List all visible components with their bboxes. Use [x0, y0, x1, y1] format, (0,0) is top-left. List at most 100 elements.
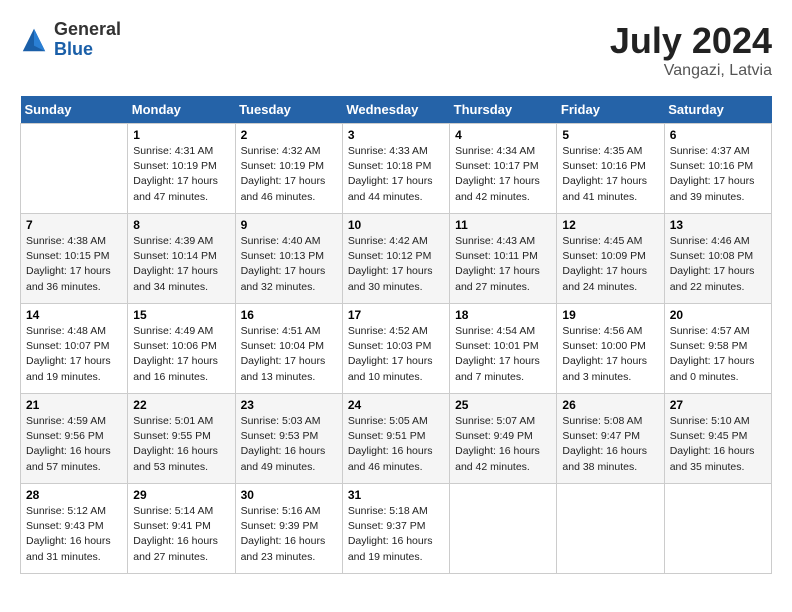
- cell-content: Sunrise: 4:43 AM Sunset: 10:11 PM Daylig…: [455, 234, 551, 295]
- col-friday: Friday: [557, 96, 664, 124]
- day-number: 13: [670, 218, 766, 232]
- cell-content: Sunrise: 4:51 AM Sunset: 10:04 PM Daylig…: [241, 324, 337, 385]
- table-row: 12 Sunrise: 4:45 AM Sunset: 10:09 PM Dayl…: [557, 214, 664, 304]
- cell-content: Sunrise: 5:12 AM Sunset: 9:43 PM Dayligh…: [26, 504, 122, 565]
- week-row-3: 21 Sunrise: 4:59 AM Sunset: 9:56 PM Dayli…: [21, 394, 772, 484]
- day-number: 24: [348, 398, 444, 412]
- cell-content: Sunrise: 4:52 AM Sunset: 10:03 PM Daylig…: [348, 324, 444, 385]
- week-row-4: 28 Sunrise: 5:12 AM Sunset: 9:43 PM Dayli…: [21, 484, 772, 574]
- col-saturday: Saturday: [664, 96, 771, 124]
- table-row: 4Sunrise: 4:34 AM Sunset: 10:17 PM Dayli…: [450, 124, 557, 214]
- cell-content: Sunrise: 5:07 AM Sunset: 9:49 PM Dayligh…: [455, 414, 551, 475]
- table-row: 11 Sunrise: 4:43 AM Sunset: 10:11 PM Dayl…: [450, 214, 557, 304]
- day-number: 9: [241, 218, 337, 232]
- table-row: 31 Sunrise: 5:18 AM Sunset: 9:37 PM Dayli…: [342, 484, 449, 574]
- col-wednesday: Wednesday: [342, 96, 449, 124]
- logo-blue: Blue: [54, 40, 121, 60]
- month-year: July 2024: [610, 20, 772, 62]
- table-row: 15 Sunrise: 4:49 AM Sunset: 10:06 PM Dayl…: [128, 304, 235, 394]
- col-thursday: Thursday: [450, 96, 557, 124]
- table-row: 21 Sunrise: 4:59 AM Sunset: 9:56 PM Dayli…: [21, 394, 128, 484]
- cell-content: Sunrise: 5:08 AM Sunset: 9:47 PM Dayligh…: [562, 414, 658, 475]
- cell-content: Sunrise: 4:54 AM Sunset: 10:01 PM Daylig…: [455, 324, 551, 385]
- table-row: 28 Sunrise: 5:12 AM Sunset: 9:43 PM Dayli…: [21, 484, 128, 574]
- cell-content: Sunrise: 4:49 AM Sunset: 10:06 PM Daylig…: [133, 324, 229, 385]
- table-row: 3 Sunrise: 4:33 AM Sunset: 10:18 PM Dayli…: [342, 124, 449, 214]
- table-row: 25 Sunrise: 5:07 AM Sunset: 9:49 PM Dayli…: [450, 394, 557, 484]
- cell-content: Sunrise: 5:10 AM Sunset: 9:45 PM Dayligh…: [670, 414, 766, 475]
- calendar-table: SundayMondayTuesdayWednesdayThursdayFrid…: [20, 96, 772, 574]
- day-number: 23: [241, 398, 337, 412]
- cell-content: Sunrise: 4:45 AM Sunset: 10:09 PM Daylig…: [562, 234, 658, 295]
- day-number: 11: [455, 218, 551, 232]
- day-number: 29: [133, 488, 229, 502]
- day-number: 10: [348, 218, 444, 232]
- day-number: 30: [241, 488, 337, 502]
- col-tuesday: Tuesday: [235, 96, 342, 124]
- table-row: [450, 484, 557, 574]
- col-monday: Monday: [128, 96, 235, 124]
- day-number: 1: [133, 128, 229, 142]
- cell-content: Sunrise: 5:14 AM Sunset: 9:41 PM Dayligh…: [133, 504, 229, 565]
- table-row: 30 Sunrise: 5:16 AM Sunset: 9:39 PM Dayli…: [235, 484, 342, 574]
- cell-content: Sunrise: 4:35 AM Sunset: 10:16 PM Daylig…: [562, 144, 658, 205]
- cell-content: Sunrise: 4:59 AM Sunset: 9:56 PM Dayligh…: [26, 414, 122, 475]
- week-row-0: 1Sunrise: 4:31 AM Sunset: 10:19 PM Dayli…: [21, 124, 772, 214]
- table-row: 29 Sunrise: 5:14 AM Sunset: 9:41 PM Dayli…: [128, 484, 235, 574]
- table-row: 9 Sunrise: 4:40 AM Sunset: 10:13 PM Dayli…: [235, 214, 342, 304]
- cell-content: Sunrise: 4:40 AM Sunset: 10:13 PM Daylig…: [241, 234, 337, 295]
- table-row: 10 Sunrise: 4:42 AM Sunset: 10:12 PM Dayl…: [342, 214, 449, 304]
- day-number: 27: [670, 398, 766, 412]
- day-number: 26: [562, 398, 658, 412]
- cell-content: Sunrise: 4:38 AM Sunset: 10:15 PM Daylig…: [26, 234, 122, 295]
- table-row: 1Sunrise: 4:31 AM Sunset: 10:19 PM Dayli…: [128, 124, 235, 214]
- cell-content: Sunrise: 4:56 AM Sunset: 10:00 PM Daylig…: [562, 324, 658, 385]
- day-number: 21: [26, 398, 122, 412]
- week-row-2: 14Sunrise: 4:48 AM Sunset: 10:07 PM Dayl…: [21, 304, 772, 394]
- day-number: 8: [133, 218, 229, 232]
- day-number: 28: [26, 488, 122, 502]
- day-number: 16: [241, 308, 337, 322]
- table-row: 16 Sunrise: 4:51 AM Sunset: 10:04 PM Dayl…: [235, 304, 342, 394]
- cell-content: Sunrise: 5:03 AM Sunset: 9:53 PM Dayligh…: [241, 414, 337, 475]
- table-row: 17 Sunrise: 4:52 AM Sunset: 10:03 PM Dayl…: [342, 304, 449, 394]
- cell-content: Sunrise: 4:46 AM Sunset: 10:08 PM Daylig…: [670, 234, 766, 295]
- table-row: [664, 484, 771, 574]
- cell-content: Sunrise: 4:42 AM Sunset: 10:12 PM Daylig…: [348, 234, 444, 295]
- day-number: 2: [241, 128, 337, 142]
- cell-content: Sunrise: 4:33 AM Sunset: 10:18 PM Daylig…: [348, 144, 444, 205]
- cell-content: Sunrise: 5:18 AM Sunset: 9:37 PM Dayligh…: [348, 504, 444, 565]
- day-number: 31: [348, 488, 444, 502]
- cell-content: Sunrise: 5:01 AM Sunset: 9:55 PM Dayligh…: [133, 414, 229, 475]
- day-number: 3: [348, 128, 444, 142]
- table-row: 2 Sunrise: 4:32 AM Sunset: 10:19 PM Dayli…: [235, 124, 342, 214]
- table-row: 6Sunrise: 4:37 AM Sunset: 10:16 PM Dayli…: [664, 124, 771, 214]
- table-row: 23 Sunrise: 5:03 AM Sunset: 9:53 PM Dayli…: [235, 394, 342, 484]
- table-row: 22Sunrise: 5:01 AM Sunset: 9:55 PM Dayli…: [128, 394, 235, 484]
- cell-content: Sunrise: 5:05 AM Sunset: 9:51 PM Dayligh…: [348, 414, 444, 475]
- table-row: 24 Sunrise: 5:05 AM Sunset: 9:51 PM Dayli…: [342, 394, 449, 484]
- title-block: July 2024 Vangazi, Latvia: [610, 20, 772, 80]
- day-number: 6: [670, 128, 766, 142]
- day-number: 14: [26, 308, 122, 322]
- day-number: 25: [455, 398, 551, 412]
- day-number: 15: [133, 308, 229, 322]
- col-sunday: Sunday: [21, 96, 128, 124]
- logo-general: General: [54, 20, 121, 40]
- table-row: [21, 124, 128, 214]
- cell-content: Sunrise: 4:57 AM Sunset: 9:58 PM Dayligh…: [670, 324, 766, 385]
- cell-content: Sunrise: 4:32 AM Sunset: 10:19 PM Daylig…: [241, 144, 337, 205]
- day-number: 17: [348, 308, 444, 322]
- logo-text: General Blue: [54, 20, 121, 60]
- table-row: 19Sunrise: 4:56 AM Sunset: 10:00 PM Dayl…: [557, 304, 664, 394]
- location: Vangazi, Latvia: [610, 62, 772, 80]
- table-row: 5Sunrise: 4:35 AM Sunset: 10:16 PM Dayli…: [557, 124, 664, 214]
- day-number: 20: [670, 308, 766, 322]
- table-row: 14Sunrise: 4:48 AM Sunset: 10:07 PM Dayl…: [21, 304, 128, 394]
- cell-content: Sunrise: 5:16 AM Sunset: 9:39 PM Dayligh…: [241, 504, 337, 565]
- page-header: General Blue July 2024 Vangazi, Latvia: [20, 20, 772, 80]
- day-number: 12: [562, 218, 658, 232]
- table-row: 26 Sunrise: 5:08 AM Sunset: 9:47 PM Dayli…: [557, 394, 664, 484]
- day-number: 4: [455, 128, 551, 142]
- day-number: 7: [26, 218, 122, 232]
